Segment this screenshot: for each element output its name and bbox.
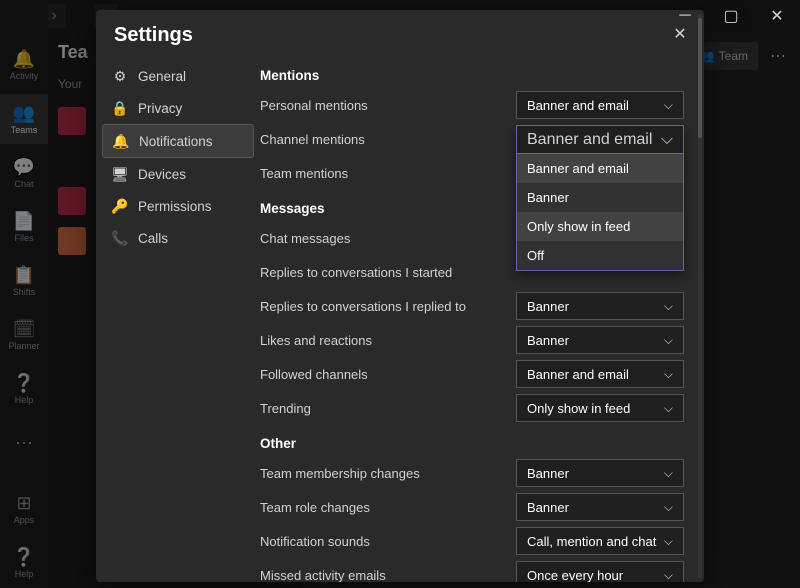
trending-select[interactable]: Only show in feed ⌵ [516, 394, 684, 422]
chevron-down-icon: ⌵ [664, 367, 673, 382]
chevron-down-icon: ⌵ [664, 466, 673, 481]
settings-nav-devices[interactable]: 🖥 Devices [102, 158, 254, 190]
select-value: Only show in feed [527, 401, 630, 416]
chevron-down-icon: ⌵ [664, 333, 673, 348]
select-value: Banner and email [527, 367, 629, 382]
dropdown-option[interactable]: Off [517, 241, 683, 270]
scrollbar-thumb[interactable] [698, 18, 702, 138]
monitor-icon: 🖥 [112, 166, 128, 182]
section-heading-mentions: Mentions [260, 68, 684, 83]
setting-label: Channel mentions [260, 132, 516, 147]
chevron-down-icon: ⌵ [664, 500, 673, 515]
select-value: Banner and email [527, 98, 629, 113]
settings-nav-general[interactable]: ⚙ General [102, 60, 254, 92]
chevron-down-icon: ⌵ [661, 131, 673, 149]
select-value: Once every hour [527, 568, 623, 583]
setting-label: Notification sounds [260, 534, 516, 549]
window-maximize-button[interactable]: ▢ [708, 0, 754, 32]
missed-select[interactable]: Once every hour ⌵ [516, 561, 684, 582]
roles-select[interactable]: Banner ⌵ [516, 493, 684, 521]
setting-label: Team role changes [260, 500, 516, 515]
setting-label: Missed activity emails [260, 568, 516, 583]
nav-label: Privacy [138, 101, 182, 116]
membership-select[interactable]: Banner ⌵ [516, 459, 684, 487]
phone-icon: 📞 [112, 230, 128, 246]
setting-label: Replies to conversations I started [260, 265, 516, 280]
nav-label: General [138, 69, 186, 84]
replies-to-select[interactable]: Banner ⌵ [516, 292, 684, 320]
lock-icon: 🔒 [112, 100, 128, 116]
settings-nav-privacy[interactable]: 🔒 Privacy [102, 92, 254, 124]
nav-label: Calls [138, 231, 168, 246]
dialog-title: Settings [114, 24, 193, 47]
channel-mentions-select[interactable]: Banner and email ⌵ Banner and email Bann… [516, 125, 684, 271]
section-heading-other: Other [260, 436, 684, 451]
setting-label: Likes and reactions [260, 333, 516, 348]
dropdown-option[interactable]: Only show in feed [517, 212, 683, 241]
setting-label: Followed channels [260, 367, 516, 382]
chevron-down-icon: ⌵ [664, 534, 673, 549]
bell-icon: 🔔 [113, 133, 129, 149]
gear-icon: ⚙ [112, 68, 128, 84]
chevron-down-icon: ⌵ [664, 401, 673, 416]
dropdown-option[interactable]: Banner and email [517, 154, 683, 183]
select-value: Banner [527, 299, 569, 314]
settings-dialog: Settings ✕ ⚙ General 🔒 Privacy 🔔 Notific… [96, 10, 704, 582]
select-value: Call, mention and chat [527, 534, 656, 549]
settings-nav: ⚙ General 🔒 Privacy 🔔 Notifications 🖥 De… [96, 60, 260, 582]
select-value: Banner [527, 500, 569, 515]
select-value: Banner [527, 466, 569, 481]
followed-select[interactable]: Banner and email ⌵ [516, 360, 684, 388]
settings-nav-notifications[interactable]: 🔔 Notifications [102, 124, 254, 158]
setting-label: Chat messages [260, 231, 516, 246]
chevron-down-icon: ⌵ [664, 568, 673, 583]
sounds-select[interactable]: Call, mention and chat ⌵ [516, 527, 684, 555]
dialog-scrollbar[interactable] [698, 14, 702, 578]
setting-label: Personal mentions [260, 98, 516, 113]
settings-body: Mentions Personal mentions Banner and em… [260, 60, 704, 582]
select-value: Banner [527, 333, 569, 348]
settings-nav-permissions[interactable]: 🔑 Permissions [102, 190, 254, 222]
setting-label: Replies to conversations I replied to [260, 299, 516, 314]
likes-select[interactable]: Banner ⌵ [516, 326, 684, 354]
modal-overlay: Settings ✕ ⚙ General 🔒 Privacy 🔔 Notific… [0, 0, 800, 588]
key-icon: 🔑 [112, 198, 128, 214]
setting-label: Team membership changes [260, 466, 516, 481]
nav-label: Notifications [139, 134, 213, 149]
personal-mentions-select[interactable]: Banner and email ⌵ [516, 91, 684, 119]
nav-label: Permissions [138, 199, 212, 214]
setting-label: Trending [260, 401, 516, 416]
select-value: Banner and email [527, 131, 652, 149]
setting-label: Team mentions [260, 166, 516, 181]
nav-label: Devices [138, 167, 186, 182]
settings-nav-calls[interactable]: 📞 Calls [102, 222, 254, 254]
chevron-down-icon: ⌵ [664, 299, 673, 314]
chevron-down-icon: ⌵ [664, 98, 673, 113]
window-close-button[interactable]: ✕ [754, 0, 800, 32]
dropdown-option[interactable]: Banner [517, 183, 683, 212]
window-minimize-button[interactable]: ─ [662, 0, 708, 32]
